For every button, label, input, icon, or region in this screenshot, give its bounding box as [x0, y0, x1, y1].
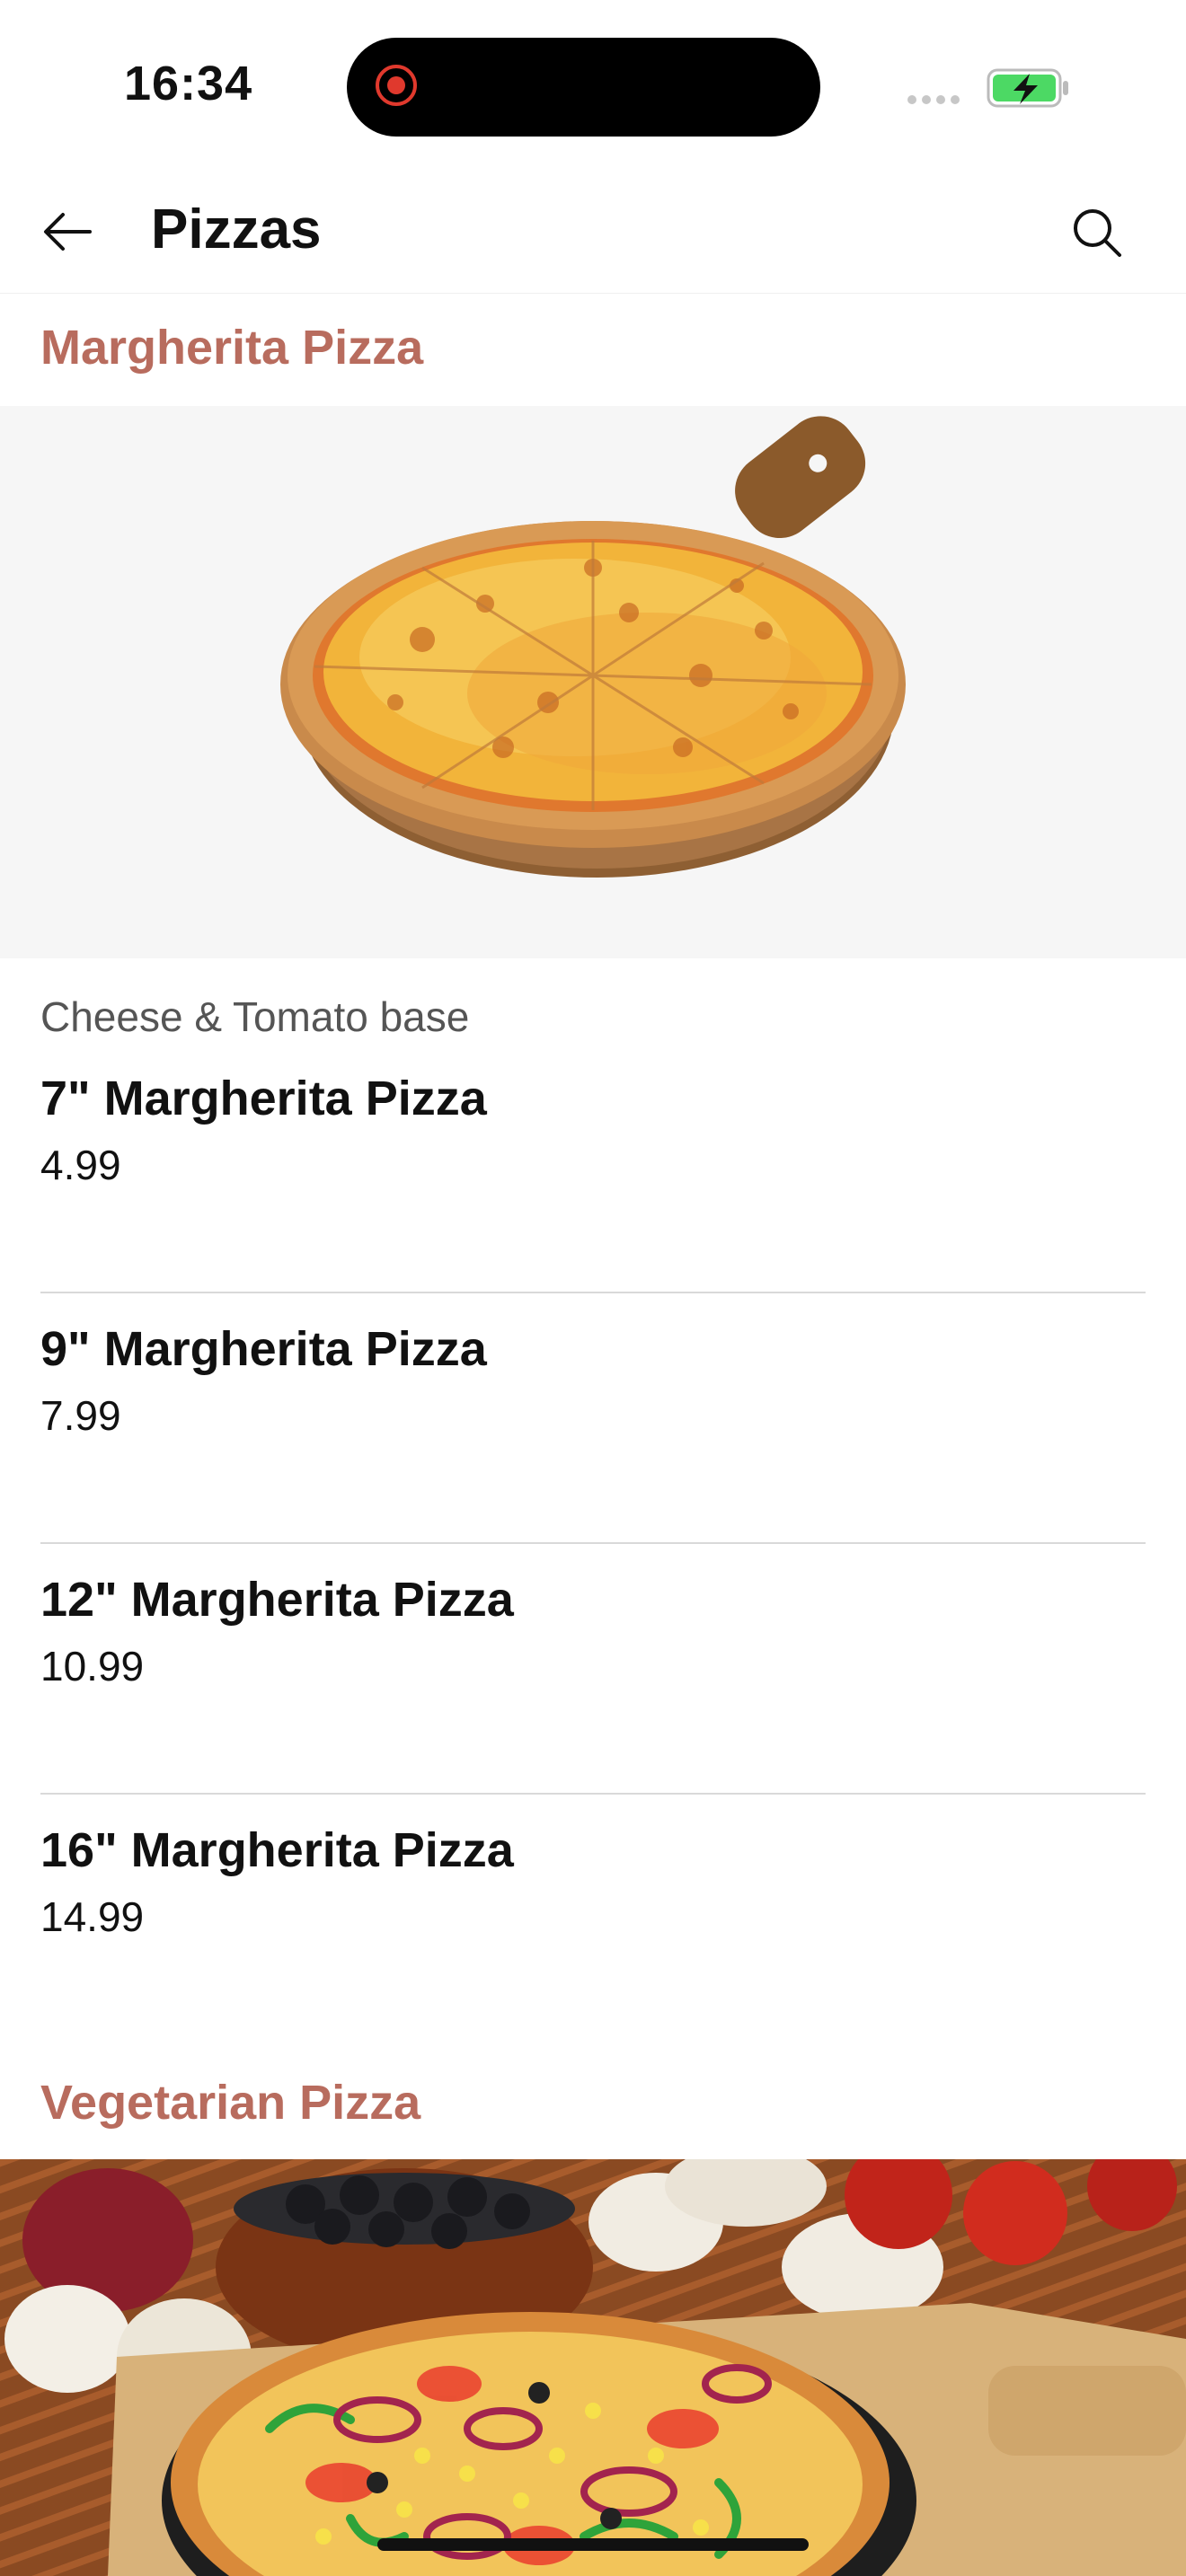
- divider: [40, 1292, 1146, 1293]
- section-title-margherita: Margherita Pizza: [40, 321, 424, 375]
- menu-item-price: 14.99: [40, 1893, 145, 1940]
- status-bar: 16:34: [0, 0, 1186, 171]
- dynamic-island: [347, 38, 820, 137]
- status-time: 16:34: [124, 57, 253, 110]
- menu-item[interactable]: 9" Margherita Pizza 7.99: [40, 1294, 1146, 1544]
- menu-item-price: 4.99: [40, 1142, 121, 1188]
- menu-item-name: 12" Margherita Pizza: [40, 1573, 514, 1627]
- menu-item-name: 16" Margherita Pizza: [40, 1823, 514, 1877]
- vegetarian-pizza-image: [0, 2159, 1186, 2576]
- cellular-signal-icon: [907, 93, 965, 109]
- margherita-pizza-image: [0, 406, 1186, 958]
- section-subtitle: Cheese & Tomato base: [40, 993, 470, 1040]
- divider: [40, 1793, 1146, 1795]
- menu-item[interactable]: 7" Margherita Pizza 4.99: [40, 1044, 1146, 1293]
- menu-item-price: 7.99: [40, 1392, 121, 1439]
- menu-item-price: 10.99: [40, 1643, 145, 1689]
- menu-item-name: 7" Margherita Pizza: [40, 1072, 487, 1125]
- back-arrow-icon[interactable]: [38, 202, 97, 261]
- menu-item[interactable]: 12" Margherita Pizza 10.99: [40, 1545, 1146, 1795]
- divider: [40, 1542, 1146, 1544]
- recording-indicator-icon: [376, 65, 417, 106]
- section-title-vegetarian: Vegetarian Pizza: [40, 2076, 421, 2130]
- home-indicator[interactable]: [377, 2538, 809, 2551]
- search-icon[interactable]: [1066, 201, 1128, 264]
- app-header: Pizzas: [0, 171, 1186, 294]
- battery-charging-icon: [987, 68, 1068, 108]
- menu-item[interactable]: 16" Margherita Pizza 14.99: [40, 1795, 1146, 2011]
- menu-item-name: 9" Margherita Pizza: [40, 1322, 487, 1376]
- page-title: Pizzas: [151, 198, 322, 260]
